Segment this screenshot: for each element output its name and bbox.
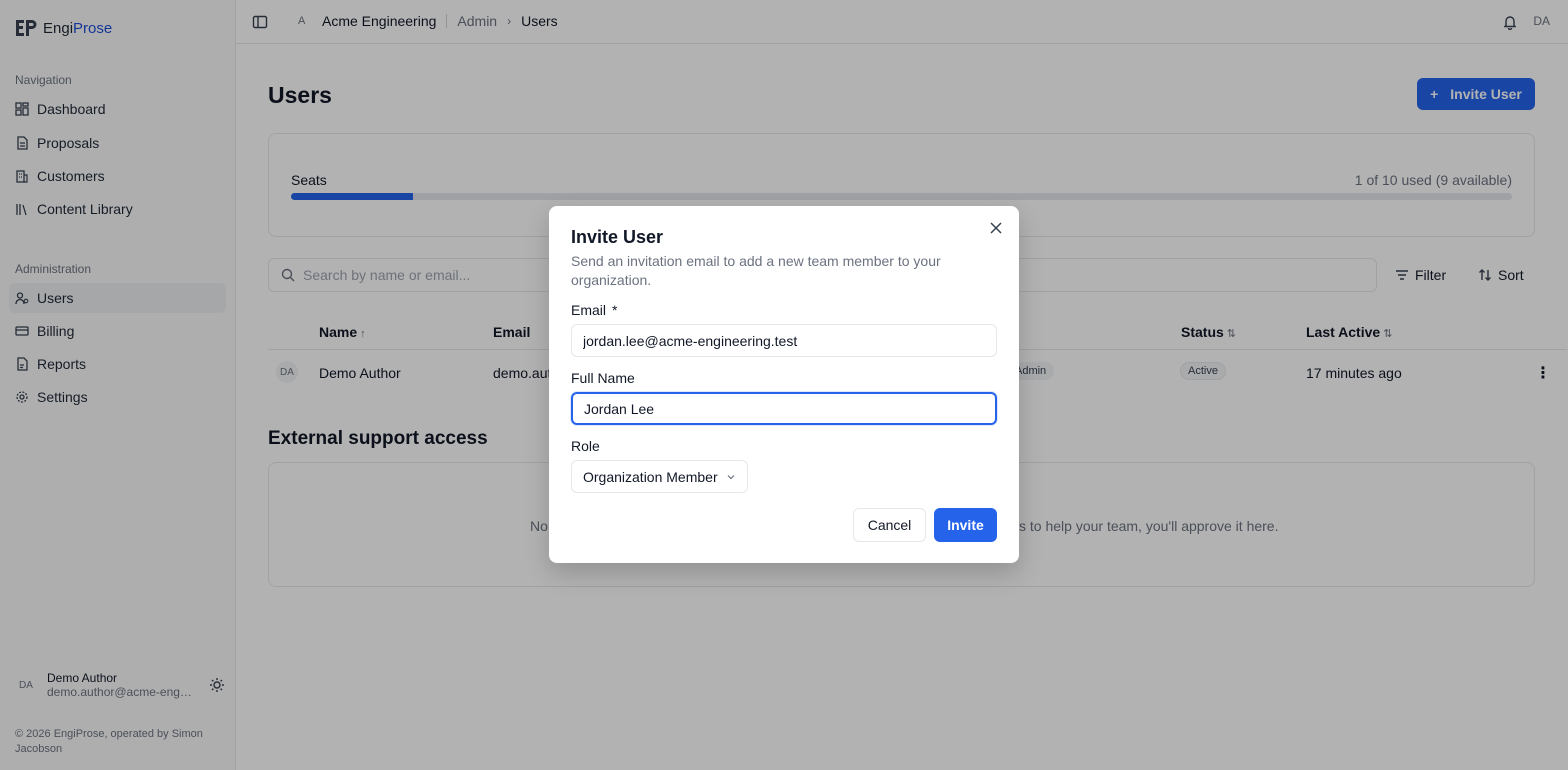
role-label: Role xyxy=(571,438,600,454)
email-label: Email * xyxy=(571,302,618,318)
full-name-label: Full Name xyxy=(571,370,635,386)
dialog-title: Invite User xyxy=(571,227,664,247)
full-name-field[interactable] xyxy=(571,392,997,425)
invite-button[interactable]: Invite xyxy=(934,508,997,542)
required-marker: * xyxy=(612,302,618,318)
role-select[interactable]: Organization Member xyxy=(571,460,748,493)
close-icon[interactable] xyxy=(989,221,1003,235)
email-field[interactable] xyxy=(571,324,997,357)
invite-user-dialog: Invite User Send an invitation email to … xyxy=(549,206,1019,563)
chevron-down-icon xyxy=(727,474,735,479)
dialog-description: Send an invitation email to add a new te… xyxy=(571,253,941,288)
role-select-value: Organization Member xyxy=(583,468,718,485)
cancel-button[interactable]: Cancel xyxy=(853,508,926,542)
